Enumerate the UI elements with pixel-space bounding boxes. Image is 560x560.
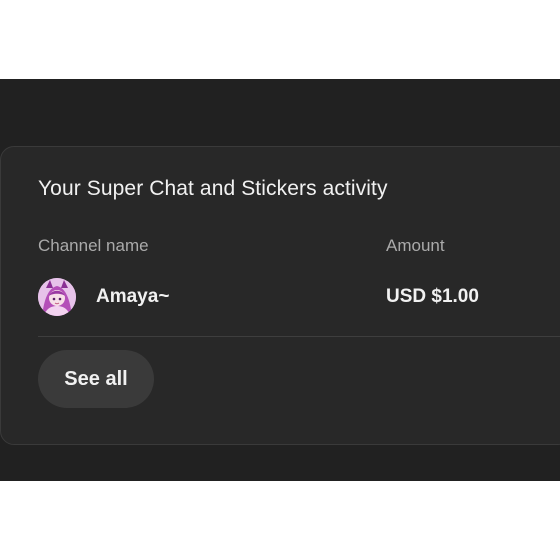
see-all-button[interactable]: See all bbox=[38, 350, 154, 408]
channel-avatar[interactable] bbox=[38, 278, 76, 316]
page: Your Super Chat and Stickers activity Ch… bbox=[0, 0, 560, 560]
card-title: Your Super Chat and Stickers activity bbox=[38, 177, 388, 200]
channel-name[interactable]: Amaya~ bbox=[96, 286, 169, 308]
row-divider bbox=[38, 336, 560, 337]
activity-row: Amaya~ USD $1.00 bbox=[0, 276, 560, 318]
column-header-amount: Amount bbox=[386, 236, 445, 255]
column-header-channel: Channel name bbox=[38, 236, 149, 255]
anime-avatar-image bbox=[38, 278, 76, 316]
amount-value: USD $1.00 bbox=[386, 286, 479, 307]
